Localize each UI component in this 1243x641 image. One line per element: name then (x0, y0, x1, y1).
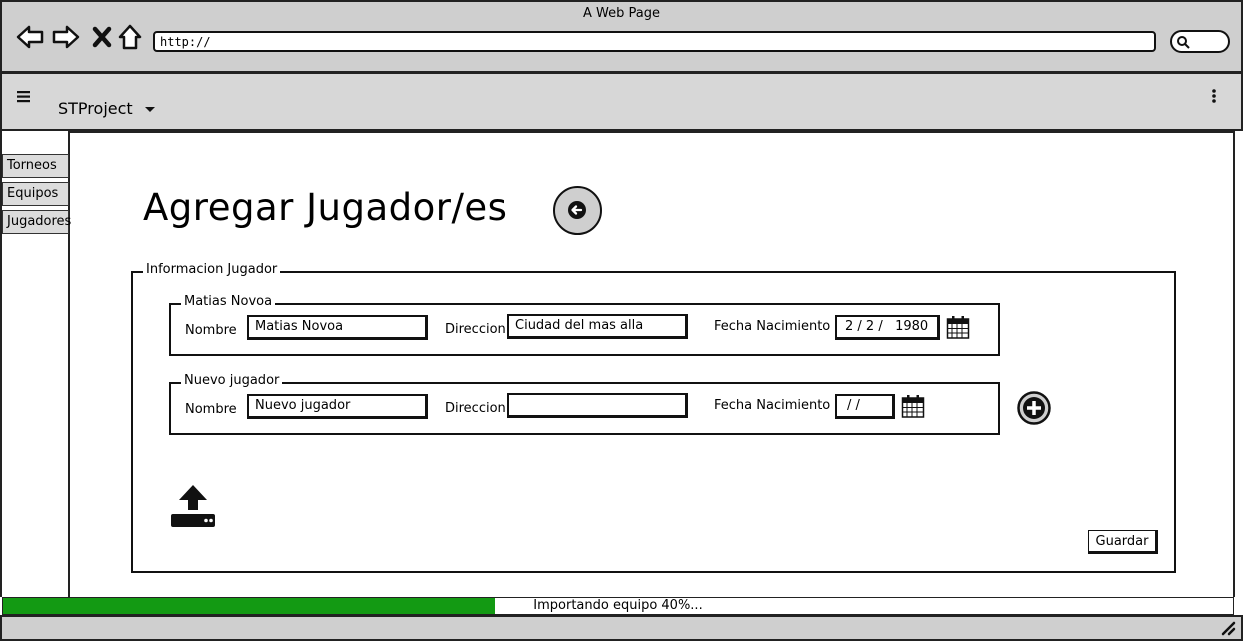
progress-text: Importando equipo 40%... (533, 598, 703, 613)
upload-icon[interactable] (169, 483, 217, 529)
address-input[interactable] (507, 393, 688, 418)
birthdate-input[interactable]: / / (835, 394, 895, 419)
add-circle-icon[interactable] (1016, 390, 1052, 426)
address-label: Direccion (445, 401, 506, 416)
resize-grip-icon[interactable] (1220, 620, 1236, 636)
player-legend: Matias Novoa (181, 294, 276, 309)
address-input[interactable]: Ciudad del mas alla (507, 314, 688, 339)
kebab-menu-icon[interactable] (1210, 88, 1218, 104)
calendar-icon[interactable] (946, 315, 970, 340)
import-progress-bar: Importando equipo 40%... (2, 597, 1234, 615)
address-label: Direccion (445, 322, 506, 337)
hamburger-menu-icon[interactable] (16, 90, 32, 104)
forward-arrow-icon[interactable] (51, 22, 81, 52)
sidebar-item-torneos[interactable]: Torneos (2, 154, 69, 178)
back-circle-icon (568, 201, 586, 219)
window-title: A Web Page (583, 6, 660, 21)
back-button[interactable] (553, 186, 602, 235)
search-icon (1177, 36, 1190, 49)
sidebar-item-jugadores[interactable]: Jugadores (2, 210, 71, 234)
name-label: Nombre (185, 402, 237, 417)
name-input[interactable]: Nuevo jugador (247, 394, 428, 419)
status-bar (0, 615, 1243, 641)
page-title: Agregar Jugador/es (143, 186, 508, 229)
browser-search-field[interactable] (1170, 30, 1230, 53)
project-name: STProject (58, 99, 133, 118)
birthdate-label: Fecha Nacimiento (714, 398, 831, 413)
birthdate-input[interactable]: 2 / 2 / 1980 (835, 315, 940, 340)
birthdate-label: Fecha Nacimiento (714, 319, 831, 334)
home-icon[interactable] (116, 22, 146, 52)
calendar-icon[interactable] (901, 394, 925, 419)
project-selector[interactable]: STProject (58, 99, 156, 118)
save-button[interactable]: Guardar (1088, 530, 1158, 554)
sidebar-item-equipos[interactable]: Equipos (2, 182, 69, 206)
player-info-legend: Informacion Jugador (143, 262, 281, 277)
close-icon[interactable] (88, 22, 118, 52)
back-arrow-icon[interactable] (15, 22, 45, 52)
caret-down-icon (144, 107, 155, 112)
url-field[interactable]: http:// (153, 31, 1156, 52)
player-legend: Nuevo jugador (181, 373, 283, 388)
name-label: Nombre (185, 323, 237, 338)
name-input[interactable]: Matias Novoa (247, 315, 428, 340)
app-bar (0, 74, 1243, 131)
